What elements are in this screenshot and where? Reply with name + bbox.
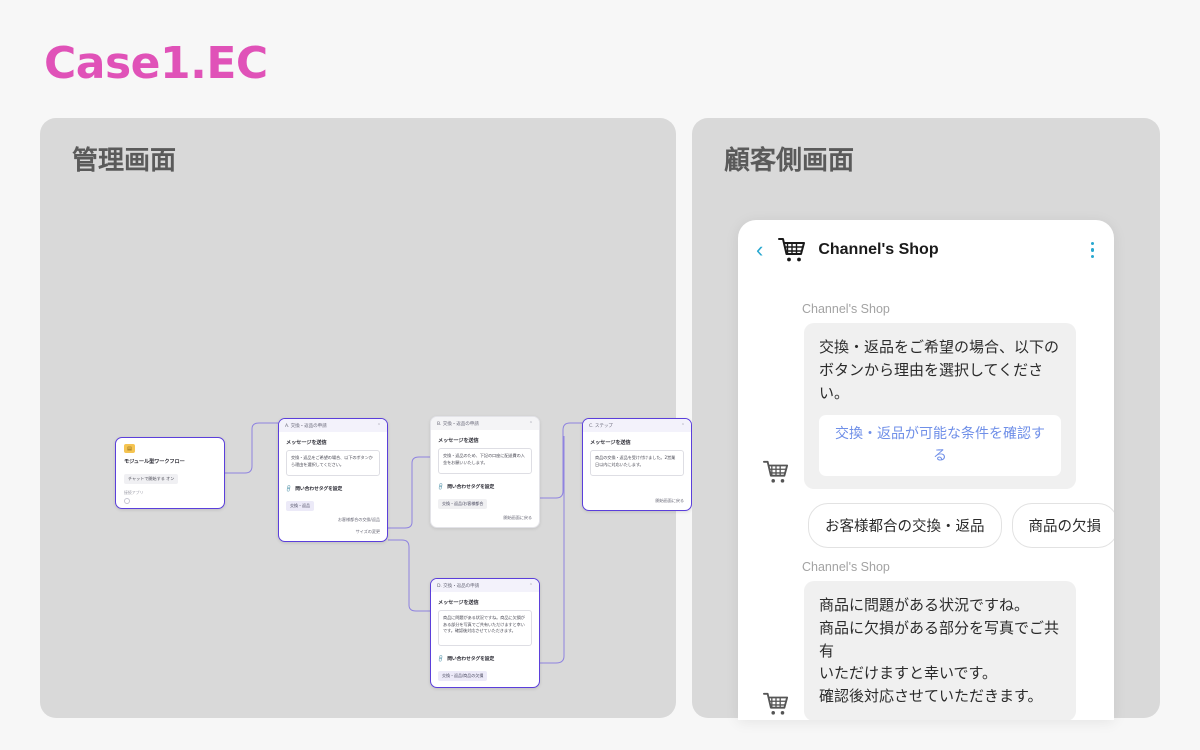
shop-name: Channel's Shop xyxy=(818,241,939,258)
chat-thread: Channel's Shop 交換・返品をご希望の場合、以下のボタンから理由を選… xyxy=(738,280,1114,720)
node-d-tag-row: 🔗 問い合わせタグを設定 xyxy=(436,654,532,663)
chat-message-1: 交換・返品をご希望の場合、以下のボタンから理由を選択してください。 交換・返品が… xyxy=(762,323,1092,489)
shopping-cart-icon xyxy=(763,460,789,483)
node-d-section-label: メッセージを送信 xyxy=(438,600,479,606)
flow-node-c[interactable]: C. ステップ ⌃ メッセージを送信 商品の交換・返品を受け付けました。2営業日… xyxy=(582,418,692,511)
chevron-up-icon[interactable]: ⌃ xyxy=(377,423,381,429)
client-panel-heading: 顧客側画面 xyxy=(724,146,855,176)
tag-icon: 🔗 xyxy=(436,482,446,491)
node-b-body: メッセージを送信 交換・返品のため、下記の口座に配送費の入金をお願いいたします。… xyxy=(431,430,539,527)
node-d-message[interactable]: 商品に問題がある状況ですね。商品に欠損がある部分を写真でご共有いただけますと幸い… xyxy=(438,610,532,646)
avatar xyxy=(762,691,796,720)
node-b-tag-label: 問い合わせタグを設定 xyxy=(447,485,495,490)
flow-node-b[interactable]: B. 交換・返品の申請 ⌃ メッセージを送信 交換・返品のため、下記の口座に配送… xyxy=(430,416,540,528)
shopping-cart-icon xyxy=(778,238,806,262)
page-title: Case1.EC xyxy=(44,38,268,89)
message-bubble-2: 商品に問題がある状況ですね。 商品に欠損がある部分を写真でご共有 いただけますと… xyxy=(804,580,1076,720)
node-d-header[interactable]: D. 交換・返品の申請 ⌃ xyxy=(431,579,539,592)
flow-start-node[interactable]: ▤ モジュール型ワークフロー チャットで開始する オン 接続アプリ xyxy=(115,437,225,509)
chevron-up-icon[interactable]: ⌃ xyxy=(529,421,533,427)
message-text-1: 交換・返品をご希望の場合、以下のボタンから理由を選択してください。 xyxy=(819,338,1060,402)
node-b-tag-row: 🔗 問い合わせタグを設定 xyxy=(436,482,532,491)
phone-header: ‹ Channel's Shop xyxy=(738,220,1114,280)
node-b-tag-chip[interactable]: 交換・返品/お客様都合 xyxy=(438,499,488,509)
node-b-section-label: メッセージを送信 xyxy=(438,438,479,444)
node-c-section-label: メッセージを送信 xyxy=(590,440,631,446)
node-a-header-label: A. 交換・返品の申請 xyxy=(285,424,327,429)
node-b-header[interactable]: B. 交換・返品の申請 ⌃ xyxy=(431,417,539,430)
workflow-icon: ▤ xyxy=(124,444,135,453)
option-button-product-defect[interactable]: 商品の欠損 xyxy=(1011,502,1114,548)
chevron-up-icon[interactable]: ⌃ xyxy=(529,583,533,589)
node-a-body: メッセージを送信 交換・返品をご希望の場合、以下のボタンから理由を選択してくださ… xyxy=(279,432,387,541)
node-d-body: メッセージを送信 商品に問題がある状況ですね。商品に欠損がある部分を写真でご共有… xyxy=(431,592,539,687)
chevron-left-icon[interactable]: ‹ xyxy=(756,239,763,261)
option-button-customer-reason[interactable]: お客様都合の交換・返品 xyxy=(808,502,1002,548)
message-sender-2: Channel's Shop xyxy=(802,559,890,574)
node-d-tag-chip[interactable]: 交換・返品/商品の欠損 xyxy=(438,671,488,681)
message-bubble-1: 交換・返品をご希望の場合、以下のボタンから理由を選択してください。 交換・返品が… xyxy=(804,323,1076,489)
message-sender-1: Channel's Shop xyxy=(802,302,890,316)
node-a-output-2[interactable]: サイズの変更 xyxy=(286,529,381,535)
admin-panel: 管理画面 ▤ モジュール型ワークフロー チャットで開始する オン 接続アプリ A… xyxy=(40,118,692,718)
node-a-tag-chip[interactable]: 交換・返品 xyxy=(286,501,314,511)
shopping-cart-icon xyxy=(763,692,789,715)
start-node-sub-label: 接続アプリ xyxy=(124,490,144,495)
quick-reply-options: お客様都合の交換・返品 商品の欠損 xyxy=(808,502,1114,548)
connected-app-placeholder[interactable] xyxy=(124,498,130,504)
node-d-header-label: D. 交換・返品の申請 xyxy=(437,584,480,589)
kebab-menu-icon[interactable] xyxy=(1090,241,1094,259)
flow-canvas[interactable]: ▤ モジュール型ワークフロー チャットで開始する オン 接続アプリ A. 交換・… xyxy=(40,118,692,718)
node-c-header[interactable]: C. ステップ ⌃ xyxy=(583,419,691,432)
avatar xyxy=(762,459,796,489)
node-a-message[interactable]: 交換・返品をご希望の場合、以下のボタンから理由を選択してください。 xyxy=(286,450,380,476)
flow-node-d[interactable]: D. 交換・返品の申請 ⌃ メッセージを送信 商品に問題がある状況ですね。商品に… xyxy=(430,578,540,688)
node-a-tag-label: 問い合わせタグを設定 xyxy=(295,487,343,492)
flow-node-a[interactable]: A. 交換・返品の申請 ⌃ メッセージを送信 交換・返品をご希望の場合、以下のボ… xyxy=(278,418,388,542)
node-d-tag-label: 問い合わせタグを設定 xyxy=(447,657,495,662)
node-c-body: メッセージを送信 商品の交換・返品を受け付けました。2営業日以内に対応いたします… xyxy=(583,432,691,510)
node-c-output-1[interactable]: 開始画面に戻る xyxy=(590,498,684,504)
start-node-title: モジュール型ワークフロー xyxy=(124,459,185,465)
node-a-header[interactable]: A. 交換・返品の申請 ⌃ xyxy=(279,419,387,432)
tag-icon: 🔗 xyxy=(284,484,294,493)
node-c-message[interactable]: 商品の交換・返品を受け付けました。2営業日以内に対応いたします。 xyxy=(590,450,684,476)
phone-mockup: ‹ Channel's Shop Channel's Shop 交換・返品をご希… xyxy=(738,220,1114,720)
node-a-output-1[interactable]: お客様都合の交換/返品 xyxy=(286,517,380,523)
node-c-header-label: C. ステップ xyxy=(589,424,613,429)
node-b-message[interactable]: 交換・返品のため、下記の口座に配送費の入金をお願いいたします。 xyxy=(438,448,532,474)
tag-icon: 🔗 xyxy=(436,654,446,663)
node-a-section-label: メッセージを送信 xyxy=(286,440,327,446)
node-a-tag-row: 🔗 問い合わせタグを設定 xyxy=(284,484,380,493)
chevron-up-icon[interactable]: ⌃ xyxy=(681,423,685,429)
node-b-output-1[interactable]: 開始画面に戻る xyxy=(438,515,532,521)
start-node-chip[interactable]: チャットで開始する オン xyxy=(124,474,179,484)
node-b-header-label: B. 交換・返品の申請 xyxy=(437,422,479,427)
chat-message-2: 商品に問題がある状況ですね。 商品に欠損がある部分を写真でご共有 いただけますと… xyxy=(762,580,1092,720)
condition-link-button[interactable]: 交換・返品が可能な条件を確認する xyxy=(819,415,1061,476)
